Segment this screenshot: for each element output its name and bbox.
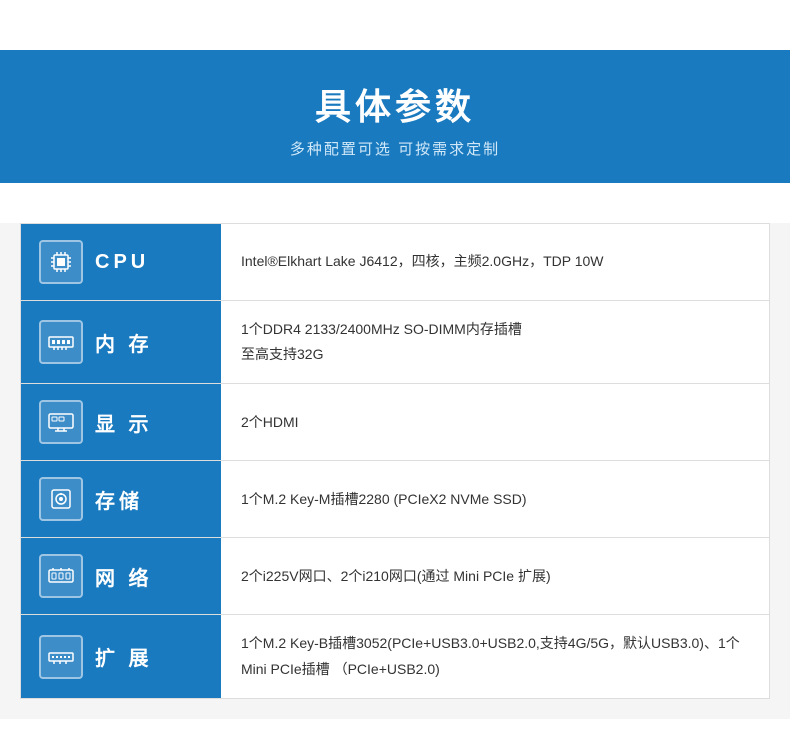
storage-icon xyxy=(39,477,83,521)
cpu-icon xyxy=(39,240,83,284)
display-icon xyxy=(39,400,83,444)
spec-row-memory: 内 存 1个DDR4 2133/2400MHz SO-DIMM内存插槽 至高支持… xyxy=(21,301,769,384)
page-subtitle: 多种配置可选 可按需求定制 xyxy=(20,138,770,159)
memory-icon xyxy=(39,320,83,364)
storage-value: 1个M.2 Key-M插槽2280 (PCIeX2 NVMe SSD) xyxy=(221,461,769,537)
bottom-spacer xyxy=(0,719,790,749)
spec-row-cpu: CPU Intel®Elkhart Lake J6412，四核，主频2.0GHz… xyxy=(21,224,769,301)
spacer xyxy=(0,183,790,223)
spec-row-network: 网 络 2个i225V网口、2个i210网口(通过 Mini PCIe 扩展) xyxy=(21,538,769,615)
memory-value-line2: 至高支持32G xyxy=(241,342,522,367)
display-label: 显 示 xyxy=(95,408,153,437)
network-value: 2个i225V网口、2个i210网口(通过 Mini PCIe 扩展) xyxy=(221,538,769,614)
expansion-icon xyxy=(39,635,83,679)
cpu-label: CPU xyxy=(95,251,149,274)
cpu-icon-svg xyxy=(47,248,75,276)
network-icon xyxy=(39,554,83,598)
memory-value-line1: 1个DDR4 2133/2400MHz SO-DIMM内存插槽 xyxy=(241,317,522,342)
storage-label: 存储 xyxy=(95,485,143,514)
expansion-value: 1个M.2 Key-B插槽3052(PCIe+USB3.0+USB2.0,支持4… xyxy=(221,615,769,697)
expansion-icon-svg xyxy=(46,643,76,671)
specs-table: CPU Intel®Elkhart Lake J6412，四核，主频2.0GHz… xyxy=(20,223,770,699)
network-label: 网 络 xyxy=(95,562,153,591)
spec-label-memory: 内 存 xyxy=(21,301,221,383)
header-banner: 具体参数 多种配置可选 可按需求定制 xyxy=(0,50,790,183)
display-value: 2个HDMI xyxy=(221,384,769,460)
display-icon-svg xyxy=(46,408,76,436)
network-icon-svg xyxy=(46,562,76,590)
spec-label-display: 显 示 xyxy=(21,384,221,460)
memory-value: 1个DDR4 2133/2400MHz SO-DIMM内存插槽 至高支持32G xyxy=(221,301,769,383)
storage-icon-svg xyxy=(47,485,75,513)
memory-icon-svg xyxy=(46,328,76,356)
expansion-label: 扩 展 xyxy=(95,642,153,671)
top-spacer xyxy=(0,0,790,50)
cpu-value: Intel®Elkhart Lake J6412，四核，主频2.0GHz，TDP… xyxy=(221,224,769,300)
page-title: 具体参数 xyxy=(20,78,770,130)
spec-row-expansion: 扩 展 1个M.2 Key-B插槽3052(PCIe+USB3.0+USB2.0… xyxy=(21,615,769,697)
spec-label-network: 网 络 xyxy=(21,538,221,614)
spec-label-expansion: 扩 展 xyxy=(21,615,221,697)
memory-label: 内 存 xyxy=(95,328,153,357)
spec-label-storage: 存储 xyxy=(21,461,221,537)
spec-row-storage: 存储 1个M.2 Key-M插槽2280 (PCIeX2 NVMe SSD) xyxy=(21,461,769,538)
spec-row-display: 显 示 2个HDMI xyxy=(21,384,769,461)
spec-label-cpu: CPU xyxy=(21,224,221,300)
